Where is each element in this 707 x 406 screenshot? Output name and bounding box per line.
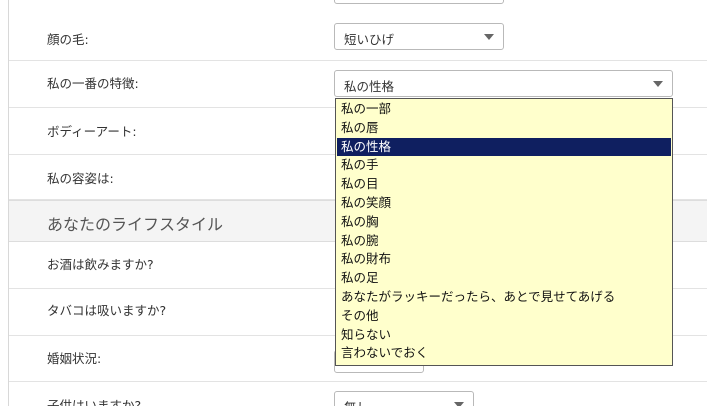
dropdown-option[interactable]: 知らない — [337, 326, 671, 345]
dropdown-option[interactable]: 私の手 — [337, 156, 671, 175]
facial-hair-label: 顔の毛: — [47, 32, 89, 47]
body-art-label: ボディーアート: — [47, 124, 137, 139]
smoke-label: タバコは吸いますか? — [47, 303, 167, 318]
marital-label: 婚姻状況: — [47, 351, 102, 366]
dropdown-option[interactable]: 私の笑顔 — [337, 194, 671, 213]
section-title: あなたのライフスタイル — [47, 215, 224, 234]
chevron-down-icon — [454, 402, 464, 406]
best-feature-value: 私の性格 — [344, 79, 395, 94]
profile-form-page: 顔の毛: 短いひげ 私の一番の特徴: 私の性格 ボディーアート: 私の容姿は: … — [0, 0, 707, 406]
children-value: 無し — [344, 397, 369, 406]
dropdown-option[interactable]: 私の足 — [337, 269, 671, 288]
dropdown-option[interactable]: 私の一部 — [337, 100, 671, 119]
best-feature-dropdown-list[interactable]: 私の一部 私の唇 私の性格 私の手 私の目 私の笑顔 私の胸 私の腕 私の財布 私の足 あなたがラッ… — [335, 98, 673, 366]
dropdown-option[interactable]: 私の財布 — [337, 250, 671, 269]
dropdown-option[interactable]: 私の目 — [337, 175, 671, 194]
children-label: 子供はいますか? — [47, 398, 142, 406]
best-feature-select[interactable]: 私の性格 — [334, 70, 673, 97]
facial-hair-select[interactable]: 短いひげ — [334, 23, 504, 50]
children-select[interactable]: 無し — [334, 391, 474, 406]
previous-field-select[interactable] — [334, 0, 504, 4]
chevron-down-icon — [484, 34, 494, 40]
dropdown-option[interactable]: その他 — [337, 307, 671, 326]
appearance-label: 私の容姿は: — [47, 171, 114, 186]
best-feature-label: 私の一番の特徴: — [47, 76, 139, 91]
drink-label: お酒は飲みますか? — [47, 257, 154, 272]
dropdown-option[interactable]: 言わないでおく — [337, 344, 671, 363]
facial-hair-value: 短いひげ — [344, 32, 395, 47]
dropdown-option[interactable]: 私の性格 — [337, 137, 671, 157]
dropdown-option[interactable]: 私の唇 — [337, 119, 671, 138]
dropdown-option[interactable]: 私の胸 — [337, 213, 671, 232]
chevron-down-icon — [653, 81, 663, 87]
dropdown-option[interactable]: あなたがラッキーだったら、あとで見せてあげる — [337, 288, 671, 307]
dropdown-option[interactable]: 私の腕 — [337, 232, 671, 251]
